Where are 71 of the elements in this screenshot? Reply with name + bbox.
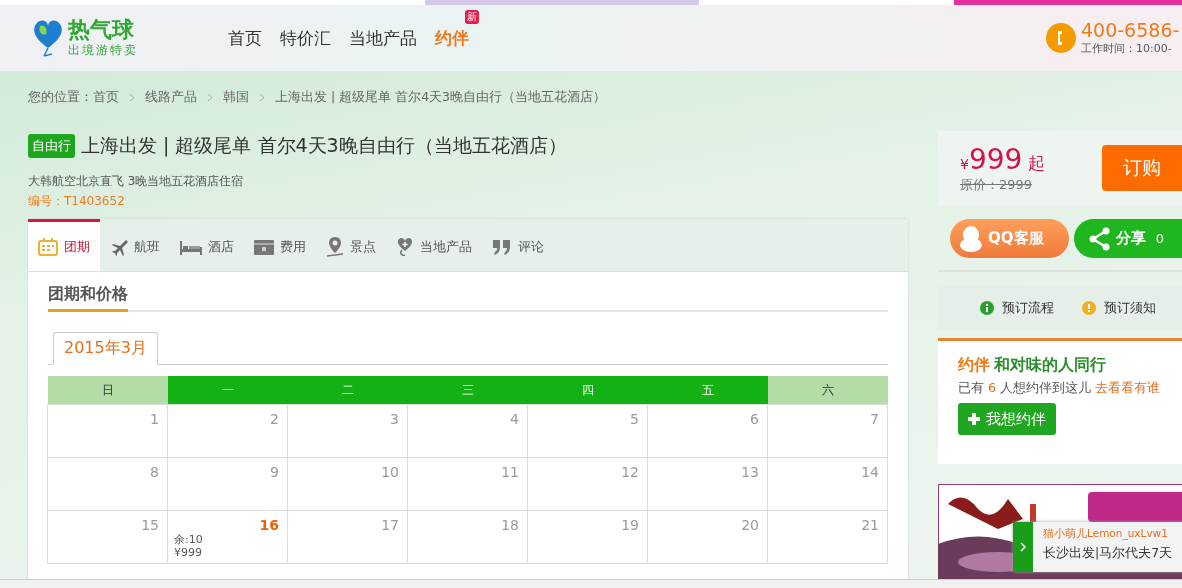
working-hours: 工作时间：10:00-	[1081, 41, 1173, 56]
price-suffix: 起	[1028, 151, 1046, 175]
booking-link[interactable]: 预订流程	[980, 299, 1054, 317]
order-button[interactable]: 订购	[1102, 145, 1182, 191]
quote-icon	[492, 238, 512, 255]
toast-user: 猫小萌儿Lemon_uxLvw1	[1043, 527, 1169, 541]
nav-link[interactable]: 特价汇	[280, 27, 331, 48]
product-code: 编号：T1403652	[28, 193, 126, 210]
chevron-icon	[259, 92, 265, 102]
calendar-icon	[38, 237, 58, 256]
original-price: 原价：2999	[960, 175, 1034, 194]
logo-name[interactable]: 热气球	[68, 17, 138, 42]
location-pin-icon	[326, 236, 344, 257]
tab[interactable]: 费用	[244, 219, 316, 271]
see-who-link[interactable]: 去看看有谁	[1094, 380, 1160, 395]
tab[interactable]: 团期	[28, 219, 100, 271]
breadcrumb-link[interactable]: 韩国	[223, 88, 249, 106]
share-button[interactable]: 分享 0	[1073, 219, 1182, 258]
weekday-header: 四	[528, 376, 648, 405]
nav-link[interactable]: 首页	[228, 27, 262, 48]
nav-link[interactable]: 约伴	[435, 27, 469, 48]
phone-number: 400-6586-	[1081, 20, 1180, 41]
breadcrumb-label: 您的位置：	[28, 88, 93, 106]
nav-link[interactable]: 当地产品	[349, 27, 417, 48]
calendar-day[interactable]: 15	[47, 510, 168, 564]
penguin-icon	[958, 224, 984, 253]
weekday-header: 日	[48, 376, 168, 405]
booking-link[interactable]: 预订须知	[1082, 299, 1156, 317]
tab[interactable]: 当地产品	[386, 219, 482, 271]
price-amount: 999	[968, 142, 1023, 176]
section-heading: 团期和价格	[48, 284, 128, 312]
breadcrumb-link[interactable]: 首页	[93, 88, 119, 106]
weekday-header: 二	[288, 376, 408, 405]
weekday-header: 一	[168, 376, 288, 405]
share-icon	[1087, 226, 1112, 251]
product-subtitle: 大韩航空北京直飞 3晚当地五花酒店住宿	[28, 173, 245, 190]
weekday-header: 五	[648, 376, 768, 405]
chevron-icon	[207, 92, 213, 102]
plus-icon	[968, 413, 980, 425]
product-title: 上海出发 | 超级尾单 首尔4天3晚自由行（当地五花酒店）	[81, 133, 567, 159]
companion-count-text: 已有 6 人想约伴到这儿	[958, 380, 1091, 395]
currency-sign: ¥	[960, 155, 969, 172]
calendar-day[interactable]: 1	[47, 404, 168, 458]
toast-trip: 长沙出发|马尔代夫7天	[1043, 545, 1173, 562]
phone-icon	[1046, 23, 1076, 53]
chevron-icon	[129, 92, 135, 102]
heart-pin-icon	[396, 236, 414, 257]
new-badge: 新	[465, 9, 479, 24]
free-travel-tag: 自由行	[28, 134, 75, 158]
weekday-header: 三	[408, 376, 528, 405]
tab[interactable]: 评论	[482, 219, 554, 271]
warning-icon	[1082, 301, 1096, 315]
info-icon	[980, 301, 994, 315]
find-companion-button[interactable]: 我想约伴	[958, 403, 1056, 435]
bed-icon	[180, 238, 202, 255]
tab[interactable]: 酒店	[170, 219, 244, 271]
airplane-icon	[110, 237, 128, 256]
companion-title: 和对味的人同行	[994, 355, 1106, 376]
calendar-day[interactable]: 21	[767, 510, 888, 564]
chevron-icon	[1020, 542, 1026, 552]
breadcrumb-link[interactable]: 线路产品	[145, 88, 197, 106]
tab[interactable]: 航班	[100, 219, 170, 271]
weekday-header: 六	[768, 376, 888, 405]
tab[interactable]: 景点	[316, 219, 386, 271]
breadcrumb-link[interactable]: 上海出发 | 超级尾单 首尔4天3晚自由行（当地五花酒店）	[275, 88, 607, 106]
month-tab[interactable]: 2015年3月	[53, 332, 158, 365]
wallet-icon	[254, 238, 274, 255]
calendar-day[interactable]: 7	[767, 404, 888, 458]
qq-service-button[interactable]: QQ客服	[950, 219, 1069, 258]
logo-slogan: 出境游特卖	[68, 41, 138, 59]
companion-logo: 约伴	[958, 355, 990, 376]
